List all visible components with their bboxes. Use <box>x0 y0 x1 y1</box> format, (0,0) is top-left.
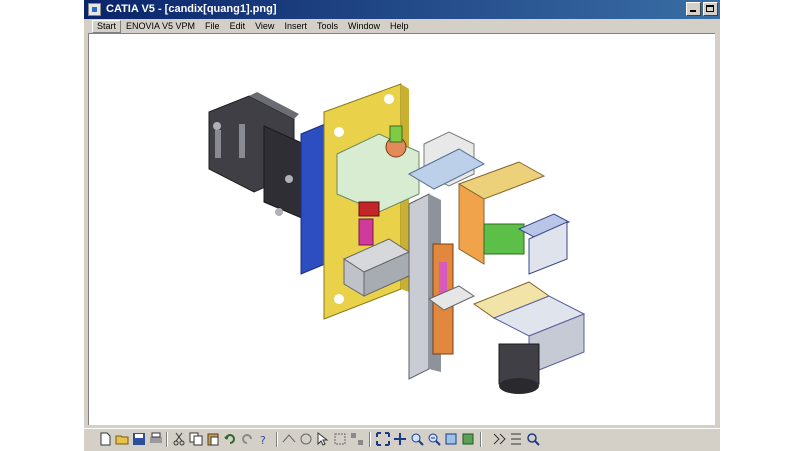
toolbar-separator <box>166 432 168 447</box>
maximize-button[interactable] <box>703 2 718 16</box>
rotate-icon[interactable] <box>299 432 313 446</box>
menu-view[interactable]: View <box>250 19 279 33</box>
catalog-icon[interactable] <box>492 432 506 446</box>
apply-material-icon[interactable] <box>461 432 475 446</box>
menu-start[interactable]: Start <box>92 19 122 33</box>
menu-enovia[interactable]: ENOVIA V5 VPM <box>121 19 200 33</box>
assembly-model[interactable] <box>89 34 715 425</box>
multi-view-icon[interactable] <box>350 432 364 446</box>
new-icon[interactable] <box>98 432 112 446</box>
zoom-in-icon[interactable] <box>509 432 523 446</box>
menu-bar: Start ENOVIA V5 VPM File Edit View Inser… <box>84 19 720 33</box>
undo-icon[interactable] <box>223 432 237 446</box>
blue-plate[interactable] <box>300 123 326 275</box>
menu-file[interactable]: File <box>200 19 225 33</box>
title-bar[interactable]: CATIA V5 - [candix[quang1].png] <box>84 0 720 19</box>
red-block[interactable] <box>358 201 380 217</box>
zoom-out-icon[interactable] <box>427 432 441 446</box>
catia-window: CATIA V5 - [candix[quang1].png] Start EN… <box>84 0 720 451</box>
save-icon[interactable] <box>132 432 146 446</box>
pan-icon[interactable] <box>393 432 407 446</box>
redo-icon[interactable] <box>240 432 254 446</box>
whats-this-icon[interactable]: ? <box>257 432 271 446</box>
bottom-toolbar: ? <box>84 428 720 451</box>
zoom-in-icon[interactable] <box>410 432 424 446</box>
toolbar-separator <box>369 432 371 447</box>
window-controls <box>686 2 718 16</box>
window-title: CATIA V5 - [candix[quang1].png] <box>106 3 277 15</box>
search-icon[interactable] <box>526 432 540 446</box>
menu-edit[interactable]: Edit <box>225 19 251 33</box>
toolbar-separator <box>480 432 482 447</box>
svg-text:?: ? <box>260 434 266 446</box>
cut-icon[interactable] <box>172 432 186 446</box>
fit-all-icon[interactable] <box>376 432 390 446</box>
menu-help[interactable]: Help <box>385 19 414 33</box>
copy-icon[interactable] <box>189 432 203 446</box>
menu-window[interactable]: Window <box>343 19 385 33</box>
normal-view-icon[interactable] <box>444 432 458 446</box>
3d-viewport[interactable] <box>88 33 715 425</box>
right-lower-assembly[interactable] <box>472 281 586 394</box>
paste-icon[interactable] <box>206 432 220 446</box>
magenta-block[interactable] <box>358 218 374 246</box>
select-icon[interactable] <box>316 432 330 446</box>
fly-icon[interactable] <box>282 432 296 446</box>
right-upper-assembly[interactable] <box>457 161 571 275</box>
fit-all-icon[interactable] <box>333 432 347 446</box>
catia-app-icon[interactable] <box>88 3 101 16</box>
minimize-button[interactable] <box>686 2 701 16</box>
open-icon[interactable] <box>115 432 129 446</box>
toolbar-separator <box>276 432 278 447</box>
print-icon[interactable] <box>149 432 163 446</box>
menu-insert[interactable]: Insert <box>279 19 312 33</box>
menu-tools[interactable]: Tools <box>312 19 343 33</box>
